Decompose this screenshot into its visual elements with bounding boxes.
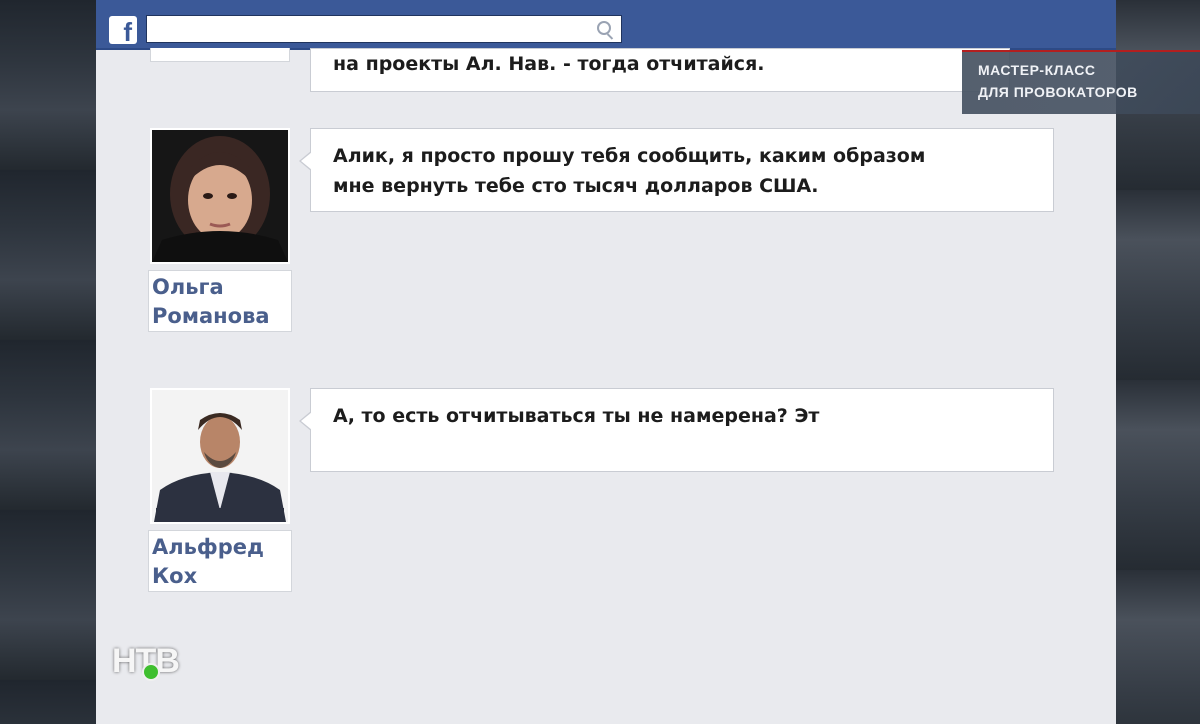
message-text: на проекты Ал. Нав. - тогда отчитайся. bbox=[333, 53, 765, 75]
search-input[interactable] bbox=[146, 15, 622, 43]
ntv-channel-logo: НТВ bbox=[112, 636, 188, 686]
avatar[interactable] bbox=[150, 128, 290, 264]
message-bubble: Алик, я просто прошу тебя сообщить, каки… bbox=[299, 128, 1054, 212]
avatar[interactable] bbox=[150, 388, 290, 524]
author-first-name: Ольга bbox=[152, 275, 224, 299]
author-last-name: Кох bbox=[152, 564, 198, 588]
author-first-name: Альфред bbox=[152, 535, 264, 559]
caption-line-2: ДЛЯ ПРОВОКАТОРОВ bbox=[978, 84, 1138, 100]
message-text: А, то есть отчитываться ты не намерена? … bbox=[333, 405, 820, 427]
facebook-top-bar: f bbox=[96, 0, 1116, 50]
tv-background-left bbox=[0, 0, 96, 724]
search-icon[interactable] bbox=[597, 21, 611, 35]
message-text: Алик, я просто прошу тебя сообщить, каки… bbox=[333, 145, 926, 197]
message-bubble: А, то есть отчитываться ты не намерена? … bbox=[299, 388, 1054, 472]
message-bubble: на проекты Ал. Нав. - тогда отчитайся. bbox=[310, 48, 1010, 92]
author-last-name: Романова bbox=[152, 304, 270, 328]
author-name[interactable]: Альфред Кох bbox=[148, 530, 292, 592]
caption-line-1: МАСТЕР-КЛАСС bbox=[978, 62, 1096, 78]
ntv-dot-icon bbox=[142, 663, 160, 681]
author-name[interactable]: Ольга Романова bbox=[148, 270, 292, 332]
facebook-logo[interactable]: f bbox=[109, 16, 137, 44]
avatar-partial bbox=[150, 48, 290, 62]
tv-caption-overlay: МАСТЕР-КЛАСС ДЛЯ ПРОВОКАТОРОВ bbox=[962, 50, 1200, 114]
